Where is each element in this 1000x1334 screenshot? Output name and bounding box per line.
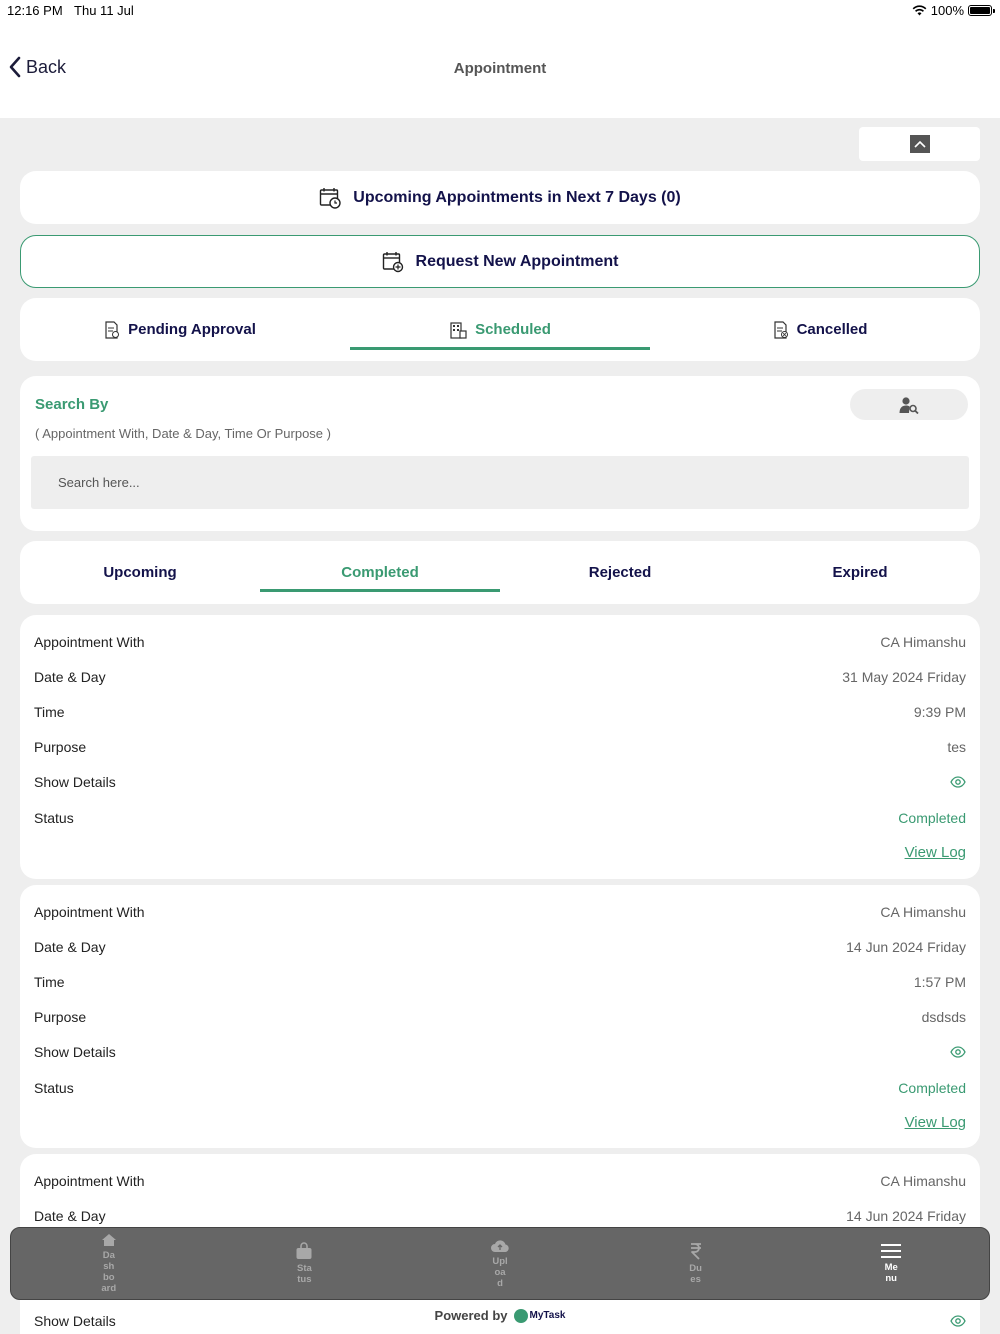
search-input[interactable] <box>31 456 969 509</box>
view-log-link[interactable]: View Log <box>905 844 966 861</box>
chevron-up-icon <box>913 140 926 148</box>
status-badge: Completed <box>898 1079 966 1096</box>
appointment-with-value: CA Himanshu <box>880 903 966 920</box>
home-icon <box>101 1234 116 1246</box>
request-new-appointment-button[interactable]: Request New Appointment <box>20 235 980 288</box>
nav-menu[interactable]: Me nu <box>793 1228 989 1299</box>
tab-cancelled-label: Cancelled <box>796 321 868 338</box>
status-label: Status <box>34 1079 74 1096</box>
tab-expired[interactable]: Expired <box>740 541 980 604</box>
tab-rejected[interactable]: Rejected <box>500 541 740 604</box>
status-badge: Completed <box>898 809 966 826</box>
nav-dues[interactable]: Du es <box>598 1228 794 1299</box>
navigation-bar: Back Appointment <box>0 22 1000 118</box>
tab-pending-approval[interactable]: Pending Approval <box>20 298 340 361</box>
purpose-value: dsdsds <box>921 1009 966 1026</box>
tab-completed[interactable]: Completed <box>260 541 500 604</box>
appointment-card: Appointment With CA Himanshu Date & Day 31… <box>20 615 980 879</box>
rupee-icon <box>690 1243 701 1260</box>
shopping-bag-icon <box>296 1242 312 1259</box>
date-day-value: 31 May 2024 Friday <box>842 668 966 685</box>
hamburger-menu-icon <box>881 1244 902 1258</box>
document-cancel-icon <box>773 320 788 339</box>
bottom-navigation: Da sh bo ard Sta tus Upl oa d Du es Me n… <box>10 1227 990 1300</box>
search-panel: Search By ( Appointment With, Date & Day… <box>20 376 980 531</box>
tab-upcoming[interactable]: Upcoming <box>20 541 260 604</box>
purpose-label: Purpose <box>34 1009 87 1026</box>
cloud-upload-icon <box>490 1239 509 1252</box>
appointment-with-value: CA Himanshu <box>880 1172 966 1189</box>
nav-status[interactable]: Sta tus <box>207 1228 403 1299</box>
date-day-label: Date & Day <box>34 938 106 955</box>
purpose-value: tes <box>947 739 966 756</box>
date-day-label: Date & Day <box>34 668 106 685</box>
nav-dues-label: Du es <box>689 1263 702 1285</box>
powered-by-footer: Powered by MyTask <box>0 1308 1000 1323</box>
status-time: 12:16 PM <box>7 3 63 18</box>
tab-scheduled[interactable]: Scheduled <box>340 298 660 361</box>
nav-dashboard-label: Da sh bo ard <box>101 1250 117 1294</box>
date-day-value: 14 Jun 2024 Friday <box>846 1207 966 1224</box>
date-day-label: Date & Day <box>34 1207 106 1224</box>
date-day-value: 14 Jun 2024 Friday <box>846 938 966 955</box>
eye-icon[interactable] <box>950 1046 966 1058</box>
wifi-icon <box>912 5 927 16</box>
nav-status-label: Sta tus <box>296 1263 312 1285</box>
status-tabs: Pending Approval Scheduled Cancelled <box>20 298 980 361</box>
document-pending-icon <box>105 320 120 339</box>
powered-by-label: Powered by <box>434 1308 508 1323</box>
eye-icon[interactable] <box>950 776 966 788</box>
nav-upload-label: Upl oa d <box>492 1255 508 1289</box>
time-label: Time <box>34 973 65 990</box>
time-value: 1:57 PM <box>913 973 966 990</box>
time-label: Time <box>34 703 65 720</box>
mytask-logo: MyTask <box>513 1308 566 1323</box>
calendar-add-icon <box>382 251 403 272</box>
appointment-card: Appointment With CA Himanshu Date & Day 14… <box>20 885 980 1148</box>
tab-cancelled[interactable]: Cancelled <box>660 298 980 361</box>
show-details-label: Show Details <box>34 1044 116 1061</box>
search-title: Search By <box>35 396 109 413</box>
tab-pending-label: Pending Approval <box>128 321 256 338</box>
show-details-label: Show Details <box>34 774 116 791</box>
nav-dashboard[interactable]: Da sh bo ard <box>11 1228 207 1299</box>
user-search-icon <box>899 396 919 414</box>
view-log-link[interactable]: View Log <box>905 1114 966 1131</box>
purpose-label: Purpose <box>34 739 87 756</box>
battery-icon <box>968 5 995 16</box>
search-user-button[interactable] <box>850 389 968 420</box>
nav-menu-label: Me nu <box>884 1262 898 1284</box>
page-title: Appointment <box>453 60 547 77</box>
calendar-clock-icon <box>320 187 341 209</box>
search-hint: ( Appointment With, Date & Day, Time Or … <box>35 426 331 441</box>
appointment-with-label: Appointment With <box>34 1172 145 1189</box>
building-icon <box>450 321 467 339</box>
logo-mark-icon <box>513 1308 528 1323</box>
appointment-filter-tabs: Upcoming Completed Rejected Expired <box>20 541 980 604</box>
logo-text: MyTask <box>529 1310 566 1321</box>
status-date: Thu 11 Jul <box>74 3 134 18</box>
upcoming-appointments-banner[interactable]: Upcoming Appointments in Next 7 Days (0) <box>20 171 980 224</box>
collapse-button[interactable] <box>859 127 980 161</box>
appointment-with-value: CA Himanshu <box>880 633 966 650</box>
nav-upload[interactable]: Upl oa d <box>402 1228 598 1299</box>
status-bar: 12:16 PM Thu 11 Jul 100% <box>0 0 1000 22</box>
appointment-with-label: Appointment With <box>34 633 145 650</box>
time-value: 9:39 PM <box>913 703 966 720</box>
tab-scheduled-label: Scheduled <box>475 321 551 338</box>
battery-percent: 100% <box>930 3 964 18</box>
status-label: Status <box>34 809 74 826</box>
request-button-label: Request New Appointment <box>415 252 619 270</box>
appointment-with-label: Appointment With <box>34 903 145 920</box>
upcoming-banner-label: Upcoming Appointments in Next 7 Days (0) <box>353 188 681 206</box>
